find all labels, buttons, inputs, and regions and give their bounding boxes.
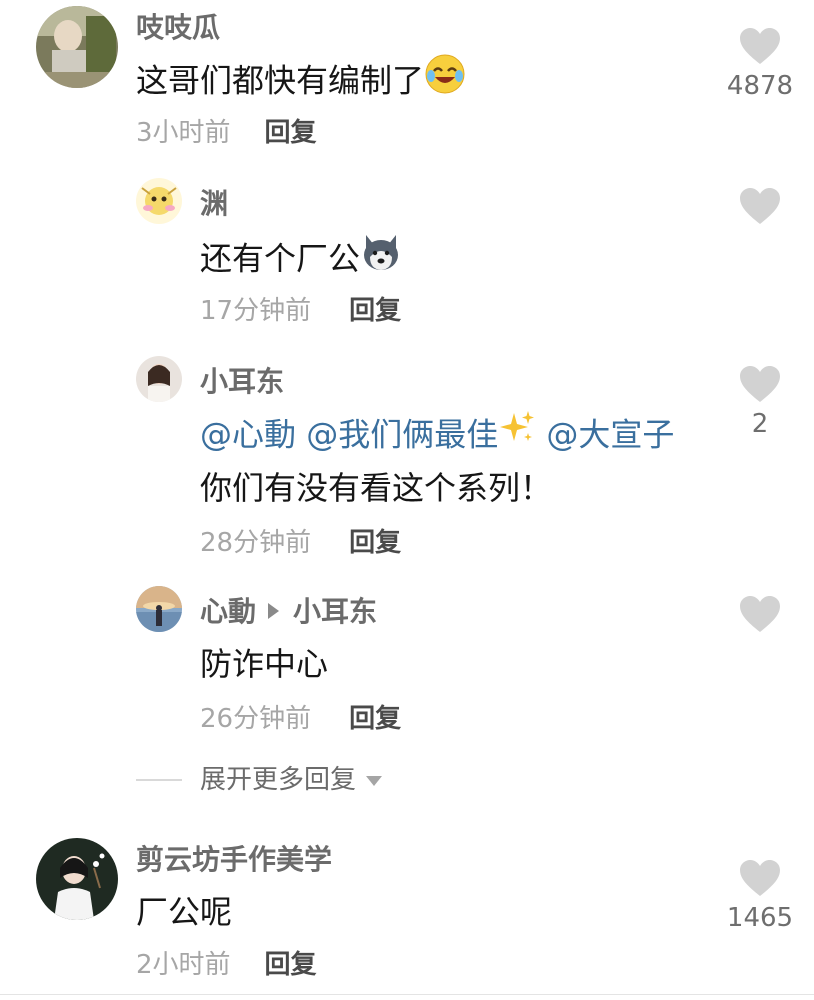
husky-dog-emoji-icon <box>360 231 402 284</box>
comment-time: 3小时前 <box>136 118 231 148</box>
comment-meta: 26分钟前 回复 <box>200 702 401 736</box>
heart-icon <box>740 28 780 64</box>
heart-icon <box>740 188 780 224</box>
comment-meta: 17分钟前 回复 <box>200 294 401 328</box>
comment-meta: 28分钟前 回复 <box>200 526 401 560</box>
comment-username[interactable]: 剪云坊手作美学 <box>136 842 332 878</box>
sparkles-emoji-icon <box>498 409 536 458</box>
comment-time: 17分钟前 <box>200 296 312 326</box>
avatar[interactable] <box>136 356 182 402</box>
comment-text-content: 这哥们都快有编制了 <box>136 61 425 100</box>
mention-link[interactable]: @心動 <box>200 416 296 454</box>
reply-button[interactable]: 回复 <box>349 704 401 734</box>
like-button[interactable]: 1465 <box>715 858 805 934</box>
comment-text: 这哥们都快有编制了 <box>136 53 466 109</box>
comment-section: 吱吱瓜 这哥们都快有编制了 3小时前 回复 4878 渊 还有个厂公 17分钟前… <box>0 0 814 1000</box>
heart-icon <box>740 596 780 632</box>
reply-target[interactable]: 小耳东 <box>293 595 377 628</box>
comment-time: 2小时前 <box>136 950 231 980</box>
comment-text: @心動 @我们俩最佳 @大宣子 <box>200 409 674 461</box>
reply-button[interactable]: 回复 <box>265 118 317 148</box>
heart-icon <box>740 366 780 402</box>
like-button[interactable] <box>715 186 805 230</box>
comment-text: 你们有没有看这个系列！ <box>200 469 553 507</box>
avatar[interactable] <box>36 838 118 920</box>
avatar[interactable] <box>36 6 118 88</box>
mention-link[interactable]: @大宣子 <box>546 416 674 454</box>
like-button[interactable]: 4878 <box>715 26 805 102</box>
like-button[interactable] <box>715 594 805 638</box>
like-count: 1465 <box>726 903 794 933</box>
reply-author[interactable]: 心動 <box>200 595 256 628</box>
heart-icon <box>740 860 780 896</box>
chevron-down-icon <box>366 776 383 786</box>
comment-meta: 3小时前 回复 <box>136 116 317 150</box>
expand-replies-label: 展开更多回复 <box>200 765 357 795</box>
avatar[interactable] <box>136 178 182 224</box>
laughing-crying-emoji-icon <box>424 53 466 106</box>
comment-text: 还有个厂公 <box>200 234 402 287</box>
divider <box>136 779 182 781</box>
triangle-right-icon <box>268 603 280 619</box>
divider <box>0 994 814 995</box>
comment-time: 28分钟前 <box>200 528 312 558</box>
comment-username[interactable]: 吱吱瓜 <box>136 10 220 46</box>
comment-text: 防诈中心 <box>200 645 329 683</box>
mention-link[interactable]: @我们俩最佳 <box>306 416 498 454</box>
comment-username[interactable]: 小耳东 <box>200 364 284 400</box>
like-button[interactable]: 2 <box>715 364 805 440</box>
like-count: 2 <box>751 409 769 439</box>
comment-meta: 2小时前 回复 <box>136 948 317 982</box>
reply-button[interactable]: 回复 <box>349 296 401 326</box>
comment-text: 厂公呢 <box>136 893 233 931</box>
comment-text-content: 还有个厂公 <box>200 239 361 278</box>
avatar[interactable] <box>136 586 182 632</box>
like-count: 4878 <box>726 71 794 101</box>
comment-username: 心動 小耳东 <box>200 594 377 630</box>
comment-time: 26分钟前 <box>200 704 312 734</box>
comment-username[interactable]: 渊 <box>200 186 228 222</box>
expand-replies-button[interactable]: 展开更多回复 <box>136 762 383 798</box>
reply-button[interactable]: 回复 <box>349 528 401 558</box>
reply-button[interactable]: 回复 <box>265 950 317 980</box>
